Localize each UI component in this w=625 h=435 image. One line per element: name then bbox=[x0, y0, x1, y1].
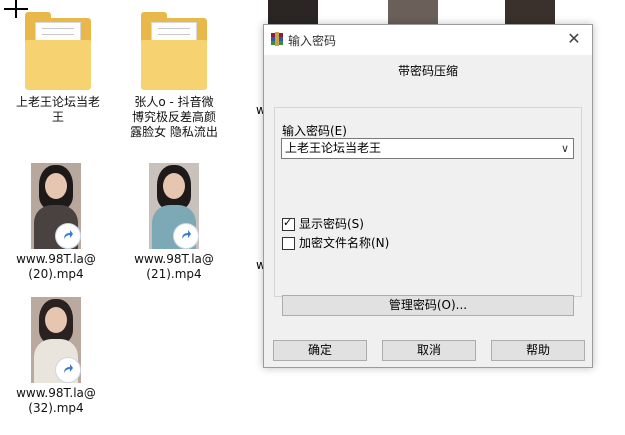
folder-item[interactable]: 上老王论坛当老 王 bbox=[2, 12, 114, 125]
help-button[interactable]: 帮助 bbox=[491, 340, 585, 361]
video-file-label: www.98T.la@ (20).mp4 bbox=[16, 252, 96, 281]
folder-item[interactable]: 张人o - 抖音微 博究极反差高颜 露脸女 隐私流出 bbox=[118, 12, 230, 140]
checkbox-checked-icon[interactable] bbox=[282, 216, 295, 231]
close-icon[interactable]: ✕ bbox=[564, 29, 584, 49]
winrar-icon bbox=[271, 32, 283, 46]
password-dialog: 输入密码 ✕ 带密码压缩 输入密码(E) 上老王论坛当老王 ∨ 显示密码(S) … bbox=[263, 24, 593, 368]
video-file-label: www.98T.la@ (21).mp4 bbox=[134, 252, 214, 281]
folder-label: 上老王论坛当老 王 bbox=[15, 95, 100, 124]
folder-icon bbox=[25, 12, 91, 92]
password-input[interactable]: 上老王论坛当老王 ∨ bbox=[281, 138, 574, 159]
cancel-button[interactable]: 取消 bbox=[382, 340, 476, 361]
folder-label: 张人o - 抖音微 博究极反差高颜 露脸女 隐私流出 bbox=[130, 95, 218, 139]
video-file-item[interactable]: www.98T.la@ (32).mp4 bbox=[0, 297, 112, 416]
shortcut-arrow-icon bbox=[173, 223, 199, 249]
ok-button[interactable]: 确定 bbox=[273, 340, 367, 361]
video-thumbnail-partial bbox=[505, 0, 555, 24]
chevron-down-icon[interactable]: ∨ bbox=[561, 139, 569, 158]
video-file-item[interactable]: www.98T.la@ (21).mp4 bbox=[118, 163, 230, 282]
dialog-titlebar[interactable]: 输入密码 ✕ bbox=[264, 25, 592, 55]
video-thumbnail bbox=[31, 163, 81, 249]
password-label: 输入密码(E) bbox=[282, 124, 347, 138]
video-thumbnail bbox=[149, 163, 199, 249]
password-value: 上老王论坛当老王 bbox=[285, 141, 382, 155]
manage-passwords-button[interactable]: 管理密码(O)... bbox=[282, 295, 574, 316]
folder-icon bbox=[141, 12, 207, 92]
show-password-label: 显示密码(S) bbox=[299, 217, 364, 231]
shortcut-arrow-icon bbox=[55, 223, 81, 249]
dialog-subtitle: 带密码压缩 bbox=[397, 64, 458, 78]
video-thumbnail bbox=[31, 297, 81, 383]
dialog-title: 输入密码 bbox=[288, 34, 337, 48]
encrypt-filenames-checkbox[interactable]: 加密文件名称(N) bbox=[282, 236, 389, 250]
video-thumbnail-partial bbox=[268, 0, 318, 24]
video-file-label: www.98T.la@ (32).mp4 bbox=[16, 386, 96, 415]
encrypt-filenames-label: 加密文件名称(N) bbox=[299, 236, 390, 250]
show-password-checkbox[interactable]: 显示密码(S) bbox=[282, 216, 364, 231]
checkbox-unchecked-icon[interactable] bbox=[282, 236, 295, 250]
shortcut-arrow-icon bbox=[55, 357, 81, 383]
video-file-item[interactable]: www.98T.la@ (20).mp4 bbox=[0, 163, 112, 282]
video-thumbnail-partial bbox=[388, 0, 438, 24]
